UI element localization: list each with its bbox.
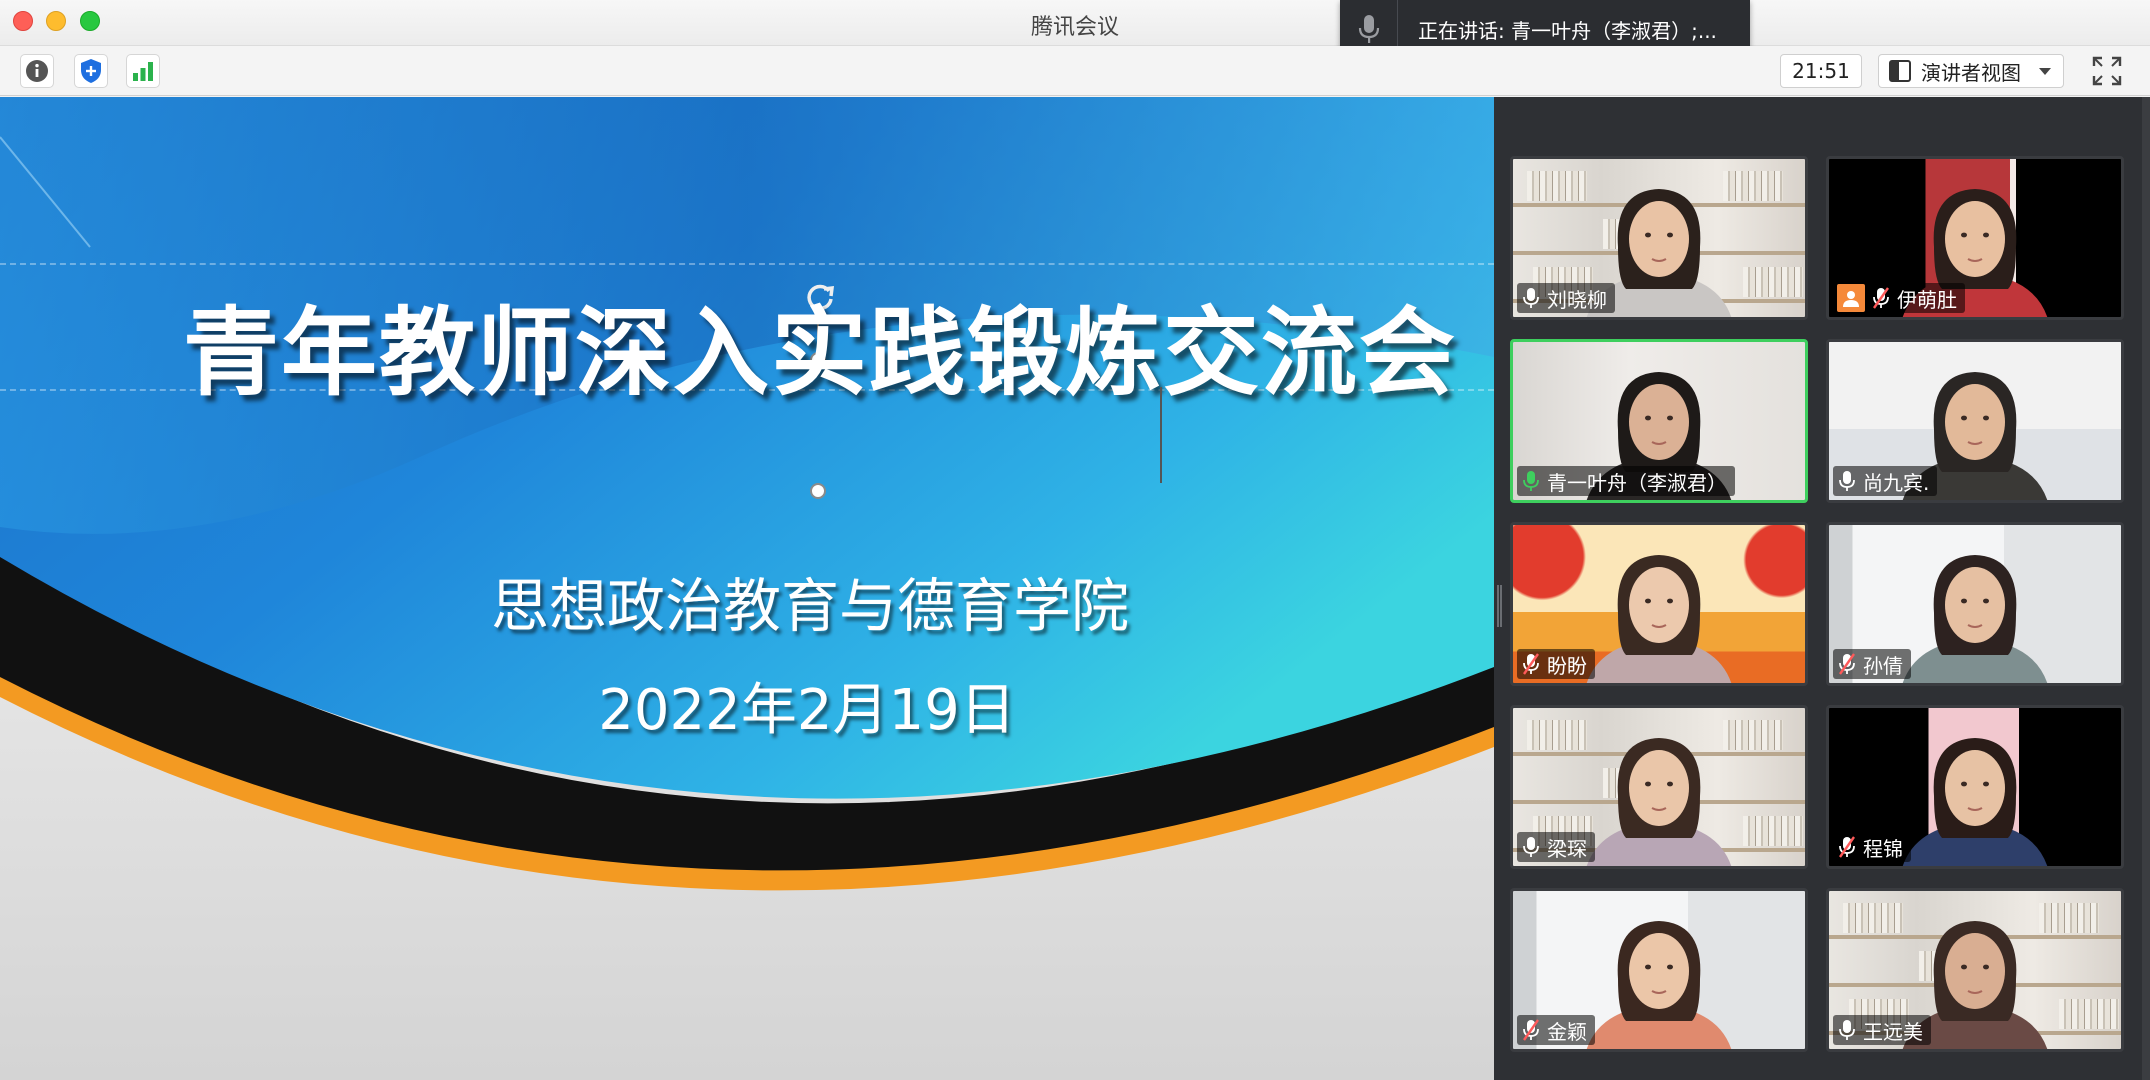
shared-slide: 青年教师深入实践锻炼交流会 思想政治教育与德育学院 2022年2月19日: [0, 97, 1494, 1080]
participant-name: 王远美: [1863, 1019, 1923, 1044]
speaking-text: 正在讲话: 青一叶舟（李淑君）;...: [1418, 18, 1717, 43]
participant-name-tag: 王远美: [1833, 1015, 1931, 1045]
panel-resize-handle[interactable]: [1497, 585, 1502, 627]
text-box-guide-top: [0, 263, 1494, 265]
participant-tile[interactable]: 金颖: [1510, 888, 1808, 1052]
view-mode-dropdown[interactable]: 演讲者视图: [1878, 54, 2064, 88]
participant-figure: [1586, 555, 1732, 683]
participant-name-tag: 尚九宾.: [1833, 466, 1938, 496]
participant-name: 程锦: [1863, 836, 1903, 861]
microphone-icon: [1523, 287, 1539, 309]
window-title: 腾讯会议: [1030, 15, 1119, 40]
microphone-muted-icon: [1839, 653, 1855, 675]
participant-name-tag: 刘晓柳: [1517, 283, 1615, 313]
security-button[interactable]: [74, 54, 108, 88]
participant-tile[interactable]: 尚九宾.: [1826, 339, 2124, 503]
participant-name: 尚九宾.: [1863, 470, 1930, 495]
microphone-muted-icon: [1873, 287, 1889, 309]
text-cursor: [1160, 387, 1162, 483]
microphone-icon: [1523, 836, 1539, 858]
slide-title[interactable]: 青年教师深入实践锻炼交流会: [0, 275, 1494, 414]
bookshelf-decor: [1743, 816, 1803, 846]
participant-tile[interactable]: 王远美: [1826, 888, 2124, 1052]
participant-name: 盼盼: [1547, 653, 1587, 678]
meeting-clock: 21:51: [1780, 54, 1862, 88]
participant-name-tag: 孙倩: [1833, 649, 1911, 679]
participant-name-tag: 伊萌肚: [1833, 283, 1965, 313]
participant-tile[interactable]: 盼盼: [1510, 522, 1808, 686]
slide-subtitle: 思想政治教育与德育学院: [490, 572, 1129, 640]
microphone-icon: [1839, 1019, 1855, 1041]
microphone-muted-icon: [1523, 653, 1539, 675]
meeting-toolbar: 21:51 演讲者视图: [0, 46, 2150, 96]
participant-name: 梁琛: [1547, 836, 1587, 861]
bookshelf-decor: [1743, 267, 1803, 297]
slide-date: 2022年2月19日: [598, 678, 1016, 743]
participant-tile[interactable]: 程锦: [1826, 705, 2124, 869]
participant-name: 金颖: [1547, 1019, 1587, 1044]
participant-tile[interactable]: 青一叶舟（李淑君）: [1510, 339, 1808, 503]
layout-icon: [1889, 60, 1911, 82]
participant-name: 刘晓柳: [1547, 287, 1607, 312]
participant-name: 伊萌肚: [1897, 287, 1957, 312]
fullscreen-icon: [2092, 56, 2122, 86]
microphone-muted-icon: [1839, 836, 1855, 858]
participant-name-tag: 盼盼: [1517, 649, 1595, 679]
participant-name: 孙倩: [1863, 653, 1903, 678]
avatar-icon: [1837, 284, 1865, 312]
participant-name-tag: 金颖: [1517, 1015, 1595, 1045]
microphone-icon: [1523, 470, 1539, 492]
participant-tile[interactable]: 伊萌肚: [1826, 156, 2124, 320]
participant-figure: [1902, 738, 2048, 866]
participant-tile[interactable]: 梁琛: [1510, 705, 1808, 869]
participant-figure: [1902, 555, 2048, 683]
window-titlebar: 腾讯会议: [0, 0, 2150, 46]
network-quality-button[interactable]: [126, 54, 160, 88]
microphone-muted-icon: [1523, 1019, 1539, 1041]
participant-name-tag: 梁琛: [1517, 832, 1595, 862]
participant-name-tag: 程锦: [1833, 832, 1911, 862]
participant-tile[interactable]: 孙倩: [1826, 522, 2124, 686]
microphone-icon: [1839, 470, 1855, 492]
resize-handle-bottom[interactable]: [810, 483, 826, 499]
participant-name-tag: 青一叶舟（李淑君）: [1517, 466, 1735, 496]
participant-figure: [1586, 738, 1732, 866]
shield-icon: [81, 59, 101, 83]
info-icon: [26, 60, 48, 82]
participant-tile[interactable]: 刘晓柳: [1510, 156, 1808, 320]
signal-bars-icon: [133, 62, 153, 81]
fullscreen-button[interactable]: [2090, 55, 2124, 87]
bookshelf-decor: [2059, 999, 2119, 1029]
view-mode-label: 演讲者视图: [1921, 60, 2021, 85]
participant-figure: [1586, 921, 1732, 1049]
gallery-scroll-edge: [2142, 97, 2150, 1080]
chevron-down-icon: [2039, 67, 2051, 75]
meeting-info-button[interactable]: [20, 54, 54, 88]
participant-name: 青一叶舟（李淑君）: [1547, 470, 1727, 495]
